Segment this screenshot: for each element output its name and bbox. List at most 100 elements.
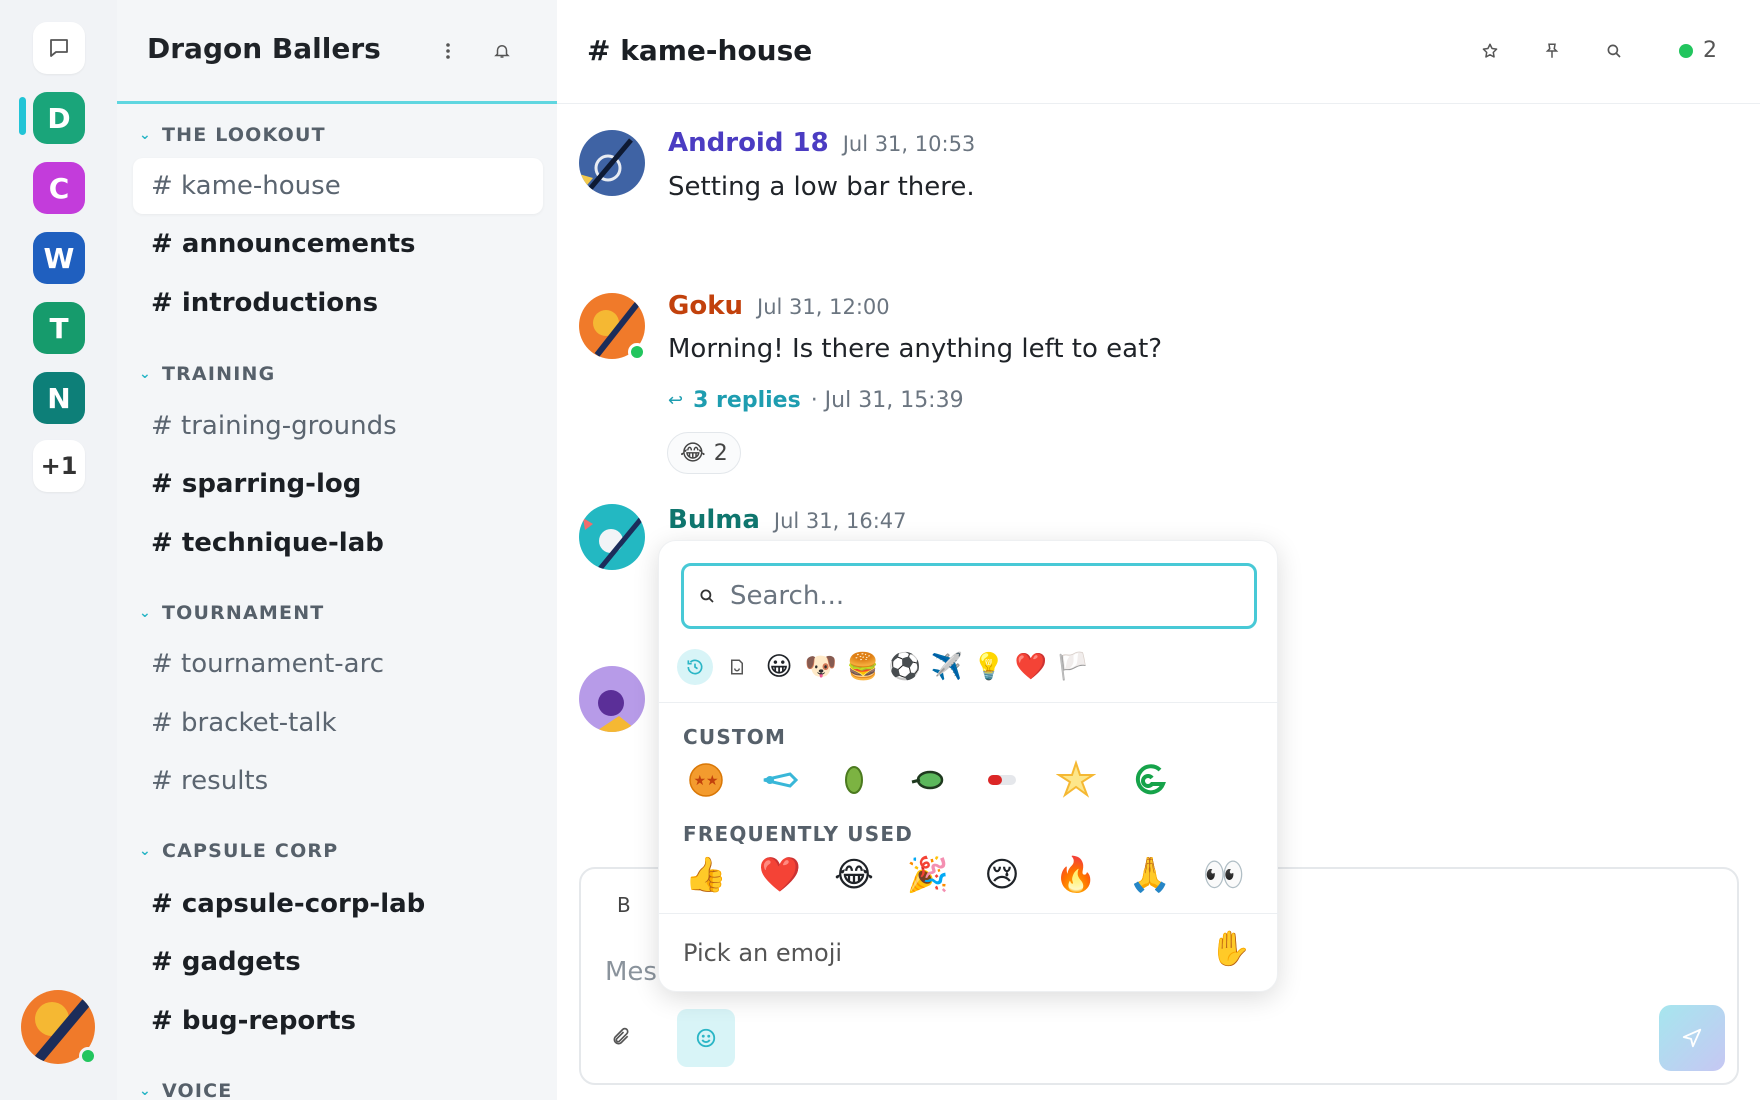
- message-header: Goku Jul 31, 12:00: [668, 291, 890, 321]
- more-servers-button[interactable]: +1: [33, 440, 85, 492]
- online-members[interactable]: 2: [1679, 38, 1717, 63]
- direct-messages-button[interactable]: [33, 22, 85, 74]
- server-rail: D C W T N +1: [0, 0, 117, 1100]
- search-icon[interactable]: [1601, 38, 1627, 64]
- message-timestamp: Jul 31, 16:47: [773, 509, 907, 533]
- category-smileys[interactable]: 😀: [761, 649, 797, 685]
- emoji-search-box[interactable]: [681, 563, 1257, 629]
- bell-icon[interactable]: [489, 38, 515, 64]
- send-button[interactable]: [1659, 1005, 1725, 1071]
- party-emoji[interactable]: 🎉: [905, 852, 951, 898]
- chevron-down-icon: ⌄: [139, 1083, 152, 1099]
- frequently-used-row: 👍 ❤️ 😂 🎉 😢 🔥 🙏 👀: [683, 852, 1247, 898]
- star-icon[interactable]: [1477, 38, 1503, 64]
- chevron-down-icon: ⌄: [139, 843, 152, 859]
- channel-header: # kame-house 2: [557, 0, 1760, 104]
- smiley-icon: [696, 1028, 716, 1048]
- server-c-button[interactable]: C: [33, 162, 85, 214]
- shenron-swirl-emoji[interactable]: [1127, 757, 1173, 803]
- server-w-button[interactable]: W: [33, 232, 85, 284]
- server-n-button[interactable]: N: [33, 372, 85, 424]
- message-timestamp: Jul 31, 10:53: [842, 132, 976, 156]
- server-t-button[interactable]: T: [33, 302, 85, 354]
- category-activities[interactable]: ⚽: [887, 649, 923, 685]
- sidebar-header: Dragon Ballers: [117, 0, 557, 104]
- emoji-picker: 😀 🐶 🍔 ⚽ ✈️ 💡 ❤️ 🏳️ CUSTOM ★★ F: [658, 540, 1279, 992]
- pray-emoji[interactable]: 🙏: [1127, 852, 1173, 898]
- channel-bracket-talk[interactable]: # bracket-talk: [133, 695, 543, 751]
- channel-capsule-corp-lab[interactable]: # capsule-corp-lab: [133, 876, 543, 932]
- cry-emoji[interactable]: 😢: [979, 852, 1025, 898]
- divider: [659, 702, 1279, 703]
- saibaman-emoji[interactable]: [905, 757, 951, 803]
- message-header: Bulma Jul 31, 16:47: [668, 505, 907, 535]
- eyes-emoji[interactable]: 👀: [1201, 852, 1247, 898]
- message-header: Android 18 Jul 31, 10:53: [668, 128, 975, 158]
- channel-tournament-arc[interactable]: # tournament-arc: [133, 636, 543, 692]
- online-status-dot: [628, 343, 646, 361]
- reply-arrow-icon: ↩: [668, 390, 684, 411]
- active-server-indicator: [19, 97, 26, 135]
- ki-blast-emoji[interactable]: [1053, 757, 1099, 803]
- section-voice[interactable]: ⌄ VOICE: [139, 1080, 232, 1100]
- category-food[interactable]: 🍔: [845, 649, 881, 685]
- section-capsule-corp[interactable]: ⌄ CAPSULE CORP: [139, 840, 338, 862]
- scouter-emoji[interactable]: [757, 757, 803, 803]
- chevron-down-icon: ⌄: [139, 366, 152, 382]
- channel-technique-lab[interactable]: # technique-lab: [133, 515, 543, 571]
- message-text: Morning! Is there anything left to eat?: [668, 334, 1163, 364]
- category-objects[interactable]: 💡: [971, 649, 1007, 685]
- paperclip-icon[interactable]: [611, 1027, 631, 1053]
- message-timestamp: Jul 31, 12:00: [757, 295, 890, 319]
- avatar[interactable]: [579, 504, 645, 570]
- thread-last-reply: · Jul 31, 15:39: [810, 388, 964, 413]
- heart-emoji[interactable]: ❤️: [757, 852, 803, 898]
- message-author[interactable]: Android 18: [668, 128, 829, 158]
- senzu-bean-emoji[interactable]: [831, 757, 877, 803]
- online-status-dot: [79, 1047, 97, 1065]
- section-tournament[interactable]: ⌄ TOURNAMENT: [139, 602, 324, 624]
- workspace-name[interactable]: Dragon Ballers: [147, 32, 381, 65]
- more-options-icon[interactable]: [435, 38, 461, 64]
- channel-announcements[interactable]: # announcements: [133, 216, 543, 272]
- message-author[interactable]: Bulma: [668, 505, 760, 535]
- capsule-emoji[interactable]: [979, 757, 1025, 803]
- joy-emoji[interactable]: 😂: [831, 852, 877, 898]
- section-training[interactable]: ⌄ TRAINING: [139, 363, 275, 385]
- section-the-lookout[interactable]: ⌄ THE LOOKOUT: [139, 124, 326, 146]
- svg-text:★★: ★★: [693, 773, 718, 789]
- dragon-ball-emoji[interactable]: ★★: [683, 757, 729, 803]
- category-flags[interactable]: 🏳️: [1055, 649, 1091, 685]
- thumbs-up-emoji[interactable]: 👍: [683, 852, 729, 898]
- picker-footer-text: Pick an emoji: [683, 939, 843, 967]
- channel-sparring-log[interactable]: # sparring-log: [133, 456, 543, 512]
- bold-button[interactable]: B: [617, 893, 631, 917]
- skin-tone-button[interactable]: ✋: [1209, 929, 1251, 969]
- chevron-down-icon: ⌄: [139, 605, 152, 621]
- server-d-button[interactable]: D: [33, 92, 85, 144]
- emoji-button[interactable]: [677, 1009, 735, 1067]
- online-dot-icon: [1679, 43, 1693, 58]
- reaction-chip[interactable]: 😂 2: [667, 432, 741, 474]
- category-travel[interactable]: ✈️: [929, 649, 965, 685]
- channel-bug-reports[interactable]: # bug-reports: [133, 993, 543, 1049]
- message-author[interactable]: Goku: [668, 291, 743, 321]
- channel-training-grounds[interactable]: # training-grounds: [133, 398, 543, 454]
- pin-icon[interactable]: [1539, 38, 1565, 64]
- emoji-search-input[interactable]: [730, 581, 1230, 611]
- channel-introductions[interactable]: # introductions: [133, 275, 543, 331]
- channel-results[interactable]: # results: [133, 753, 543, 809]
- channel-kame-house[interactable]: # kame-house: [133, 158, 543, 214]
- category-animals[interactable]: 🐶: [803, 649, 839, 685]
- channel-sidebar: Dragon Ballers ⌄ THE LOOKOUT # kame-house…: [117, 0, 557, 1100]
- divider: [659, 913, 1279, 914]
- avatar[interactable]: [579, 666, 645, 732]
- channel-gadgets[interactable]: # gadgets: [133, 934, 543, 990]
- thread-replies-link[interactable]: ↩ 3 replies · Jul 31, 15:39: [668, 388, 964, 413]
- fire-emoji[interactable]: 🔥: [1053, 852, 1099, 898]
- message-input[interactable]: Mes: [605, 957, 657, 987]
- recent-clock-icon[interactable]: [677, 649, 713, 685]
- avatar[interactable]: [579, 130, 645, 196]
- custom-sticker-icon[interactable]: [719, 649, 755, 685]
- category-symbols[interactable]: ❤️: [1013, 649, 1049, 685]
